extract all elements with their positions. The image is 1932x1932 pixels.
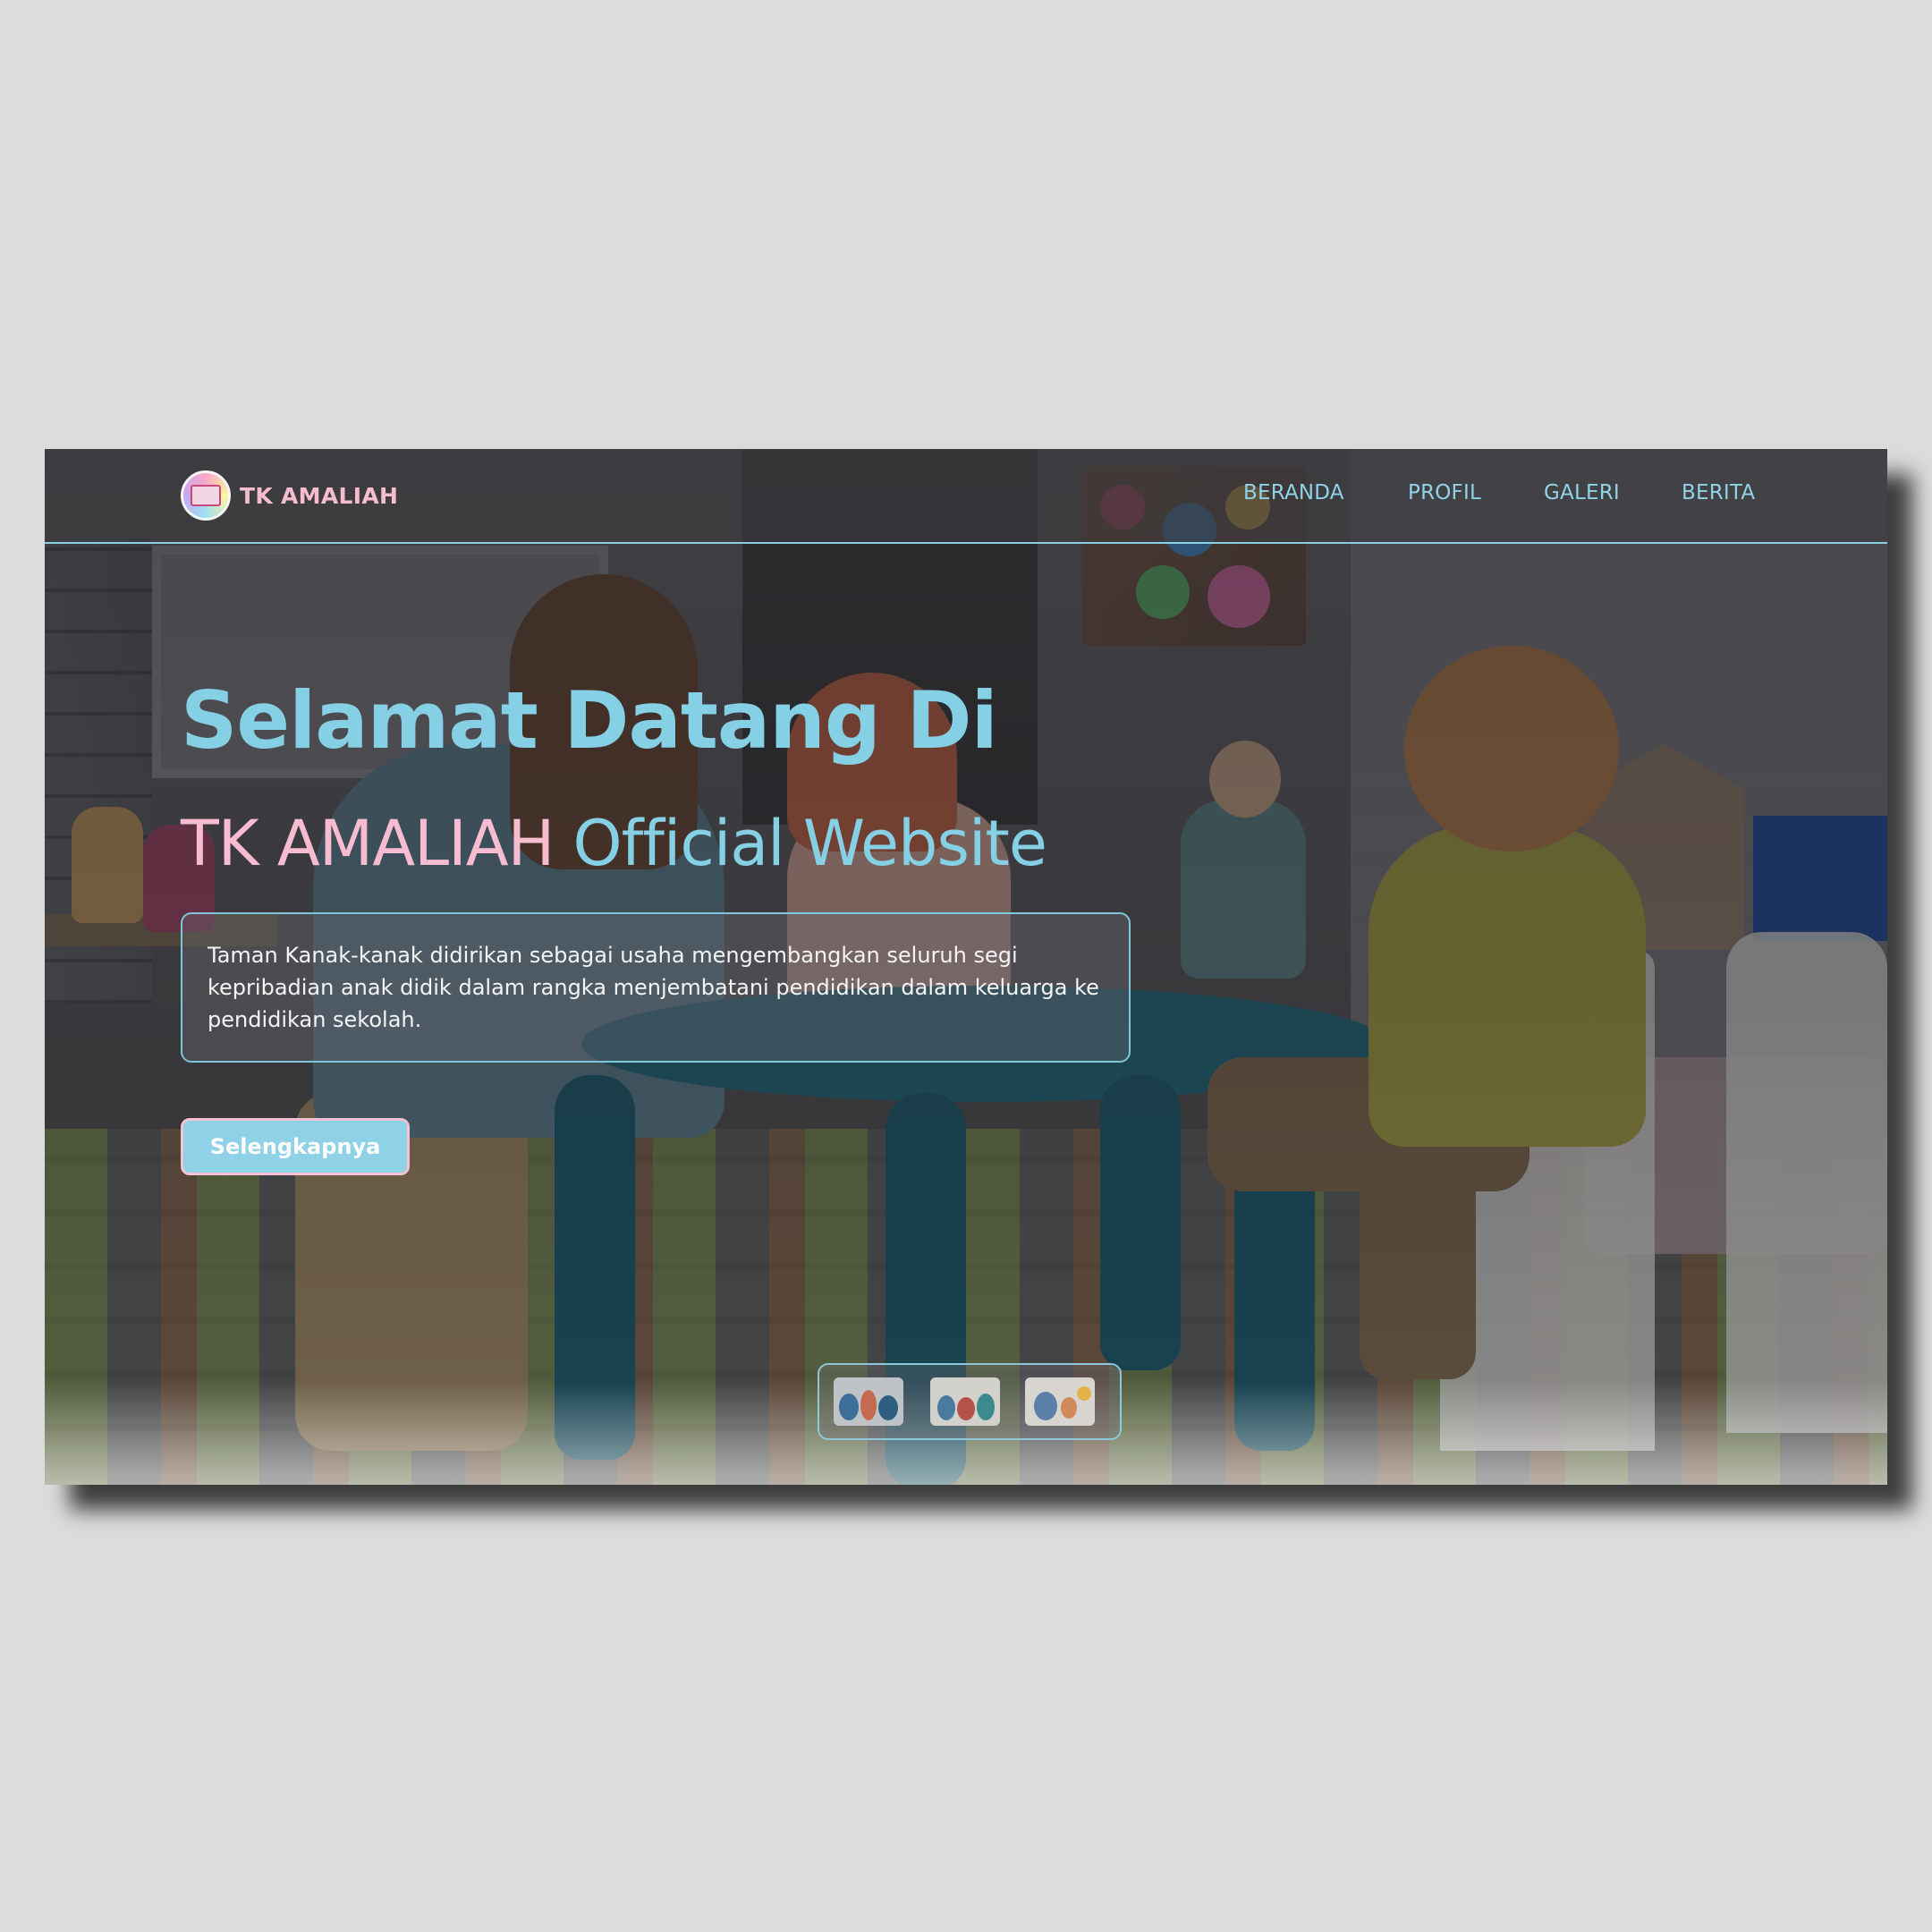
hero-brand-text: TK AMALIAH: [181, 807, 555, 880]
nav-link-berita[interactable]: BERITA: [1682, 481, 1755, 504]
thumbnail-2[interactable]: [930, 1377, 1000, 1426]
thumbnail-1[interactable]: [834, 1377, 903, 1426]
hero-heading: Selamat Datang Di: [181, 674, 998, 767]
nav-link-galeri[interactable]: GALERI: [1544, 481, 1620, 504]
slider-thumbnails: [818, 1363, 1122, 1440]
brand[interactable]: TK AMALIAH: [181, 470, 398, 521]
brand-name: TK AMALIAH: [240, 482, 399, 509]
selengkapnya-button[interactable]: Selengkapnya: [181, 1118, 410, 1175]
nav-link-beranda[interactable]: BERANDA: [1243, 481, 1344, 504]
hero-description: Taman Kanak-kanak didirikan sebagai usah…: [181, 912, 1131, 1063]
hero-subheading: TK AMALIAH Official Website: [181, 807, 1047, 880]
hero-subheading-text: Official Website: [554, 807, 1047, 880]
top-navbar: TK AMALIAH BERANDA PROFIL GALERI BERITA: [45, 449, 1887, 544]
website-mockup: TK AMALIAH BERANDA PROFIL GALERI BERITA …: [45, 449, 1887, 1485]
nav-link-profil[interactable]: PROFIL: [1408, 481, 1481, 504]
logo-building: [191, 485, 221, 506]
school-logo-icon: [181, 470, 231, 521]
thumbnail-3[interactable]: [1025, 1377, 1095, 1426]
